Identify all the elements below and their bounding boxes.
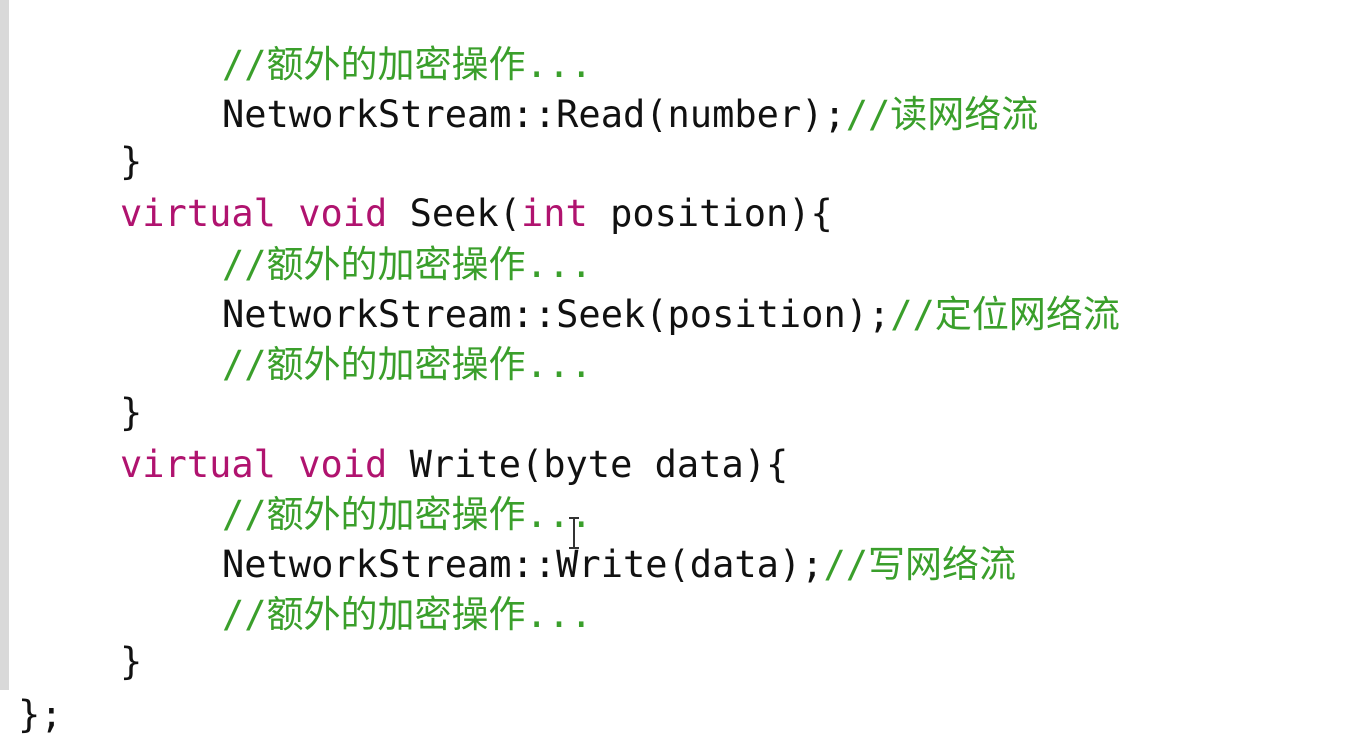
comment-token: //额外的加密操作...	[222, 593, 593, 636]
code-token: NetworkStream::Seek(position);	[222, 293, 891, 336]
keyword-token: int	[520, 192, 588, 235]
code-token: NetworkStream::Write(data);	[222, 543, 824, 586]
code-line: //额外的加密操作...	[222, 340, 592, 390]
comment-token: //额外的加密操作...	[222, 43, 593, 86]
code-line: }	[120, 637, 142, 687]
code-token: Seek(	[387, 192, 521, 235]
code-line: //额外的加密操作...	[222, 590, 592, 640]
code-line: virtual void Write(byte data){	[120, 440, 788, 490]
comment-token: //写网络流	[823, 543, 1017, 586]
code-token: };	[18, 693, 63, 736]
code-token: }	[120, 640, 143, 683]
code-line: NetworkStream::Seek(position);//定位网络流	[222, 290, 1120, 340]
code-token: }	[120, 140, 143, 183]
keyword-token: virtual void	[120, 192, 388, 235]
code-viewer: //额外的加密操作... NetworkStream::Read(number);…	[0, 0, 1348, 748]
code-line: NetworkStream::Write(data);//写网络流	[222, 540, 1016, 590]
code-line: }	[120, 388, 142, 438]
code-line: }	[120, 137, 142, 187]
code-block: //额外的加密操作... NetworkStream::Read(number);…	[0, 0, 1348, 748]
comment-token: //额外的加密操作...	[222, 493, 593, 536]
code-line: //额外的加密操作...	[222, 490, 592, 540]
code-token: Write(byte data){	[387, 443, 789, 486]
comment-token: //读网络流	[845, 93, 1039, 136]
comment-token: //定位网络流	[890, 293, 1120, 336]
code-line: //额外的加密操作...	[222, 240, 592, 290]
comment-token: //额外的加密操作...	[222, 243, 593, 286]
code-line: //额外的加密操作...	[222, 40, 592, 90]
code-token: NetworkStream::Read(number);	[222, 93, 846, 136]
code-line: };	[18, 690, 63, 740]
keyword-token: virtual void	[120, 443, 388, 486]
code-token: }	[120, 391, 143, 434]
code-token: position){	[587, 192, 833, 235]
code-line: virtual void Seek(int position){	[120, 189, 833, 239]
text-cursor-icon	[567, 517, 581, 549]
code-line: NetworkStream::Read(number);//读网络流	[222, 90, 1038, 140]
comment-token: //额外的加密操作...	[222, 343, 593, 386]
